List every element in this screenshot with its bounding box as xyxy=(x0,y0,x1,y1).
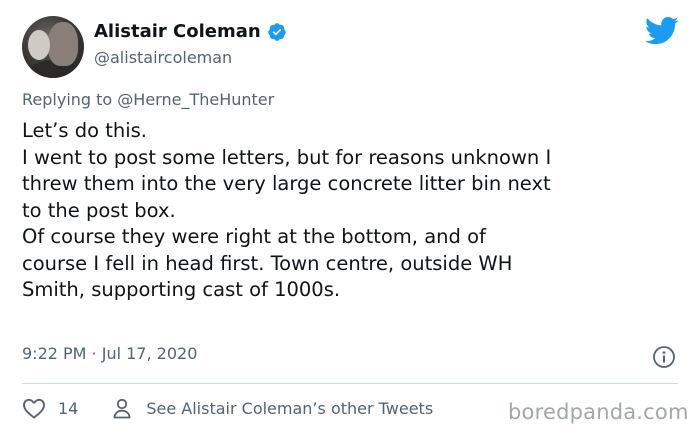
person-icon[interactable] xyxy=(112,397,132,419)
info-icon[interactable] xyxy=(652,345,676,369)
tweet-line: course I fell in head first. Town centre… xyxy=(22,251,513,275)
other-tweets-link[interactable]: See Alistair Coleman’s other Tweets xyxy=(146,399,433,418)
tweet-text: Let’s do this. I went to post some lette… xyxy=(22,118,682,304)
author-name-row[interactable]: Alistair Coleman xyxy=(94,20,287,44)
tweet-timestamp[interactable]: 9:22 PM · Jul 17, 2020 xyxy=(22,344,197,363)
avatar-face xyxy=(48,22,78,66)
tweet-line: Let’s do this. xyxy=(22,119,148,142)
tweet-line: to the post box. xyxy=(22,198,176,222)
twitter-bird-icon[interactable] xyxy=(645,16,679,46)
author-handle[interactable]: @alistaircoleman xyxy=(94,46,287,70)
avatar-dog xyxy=(28,30,50,60)
author-block: Alistair Coleman @alistaircoleman xyxy=(94,20,287,70)
like-count[interactable]: 14 xyxy=(58,399,78,418)
author-display-name[interactable]: Alistair Coleman xyxy=(94,20,261,44)
watermark: boredpanda.com xyxy=(508,400,689,424)
avatar[interactable] xyxy=(22,16,84,78)
replying-to: Replying to @Herne_TheHunter xyxy=(22,90,274,109)
tweet-actions: 14 See Alistair Coleman’s other Tweets xyxy=(22,397,433,419)
tweet-line: Smith, supporting cast of 1000s. xyxy=(22,278,341,301)
tweet-line: threw them into the very large concrete … xyxy=(22,172,551,195)
divider xyxy=(22,383,678,384)
replying-to-mention[interactable]: @Herne_TheHunter xyxy=(117,90,274,109)
heart-icon[interactable] xyxy=(22,397,46,419)
tweet-line: I went to post some letters, but for rea… xyxy=(22,145,552,169)
replying-to-prefix: Replying to xyxy=(22,90,118,109)
verified-badge-icon xyxy=(267,23,286,41)
tweet-line: Of course they were right at the bottom,… xyxy=(22,225,486,248)
